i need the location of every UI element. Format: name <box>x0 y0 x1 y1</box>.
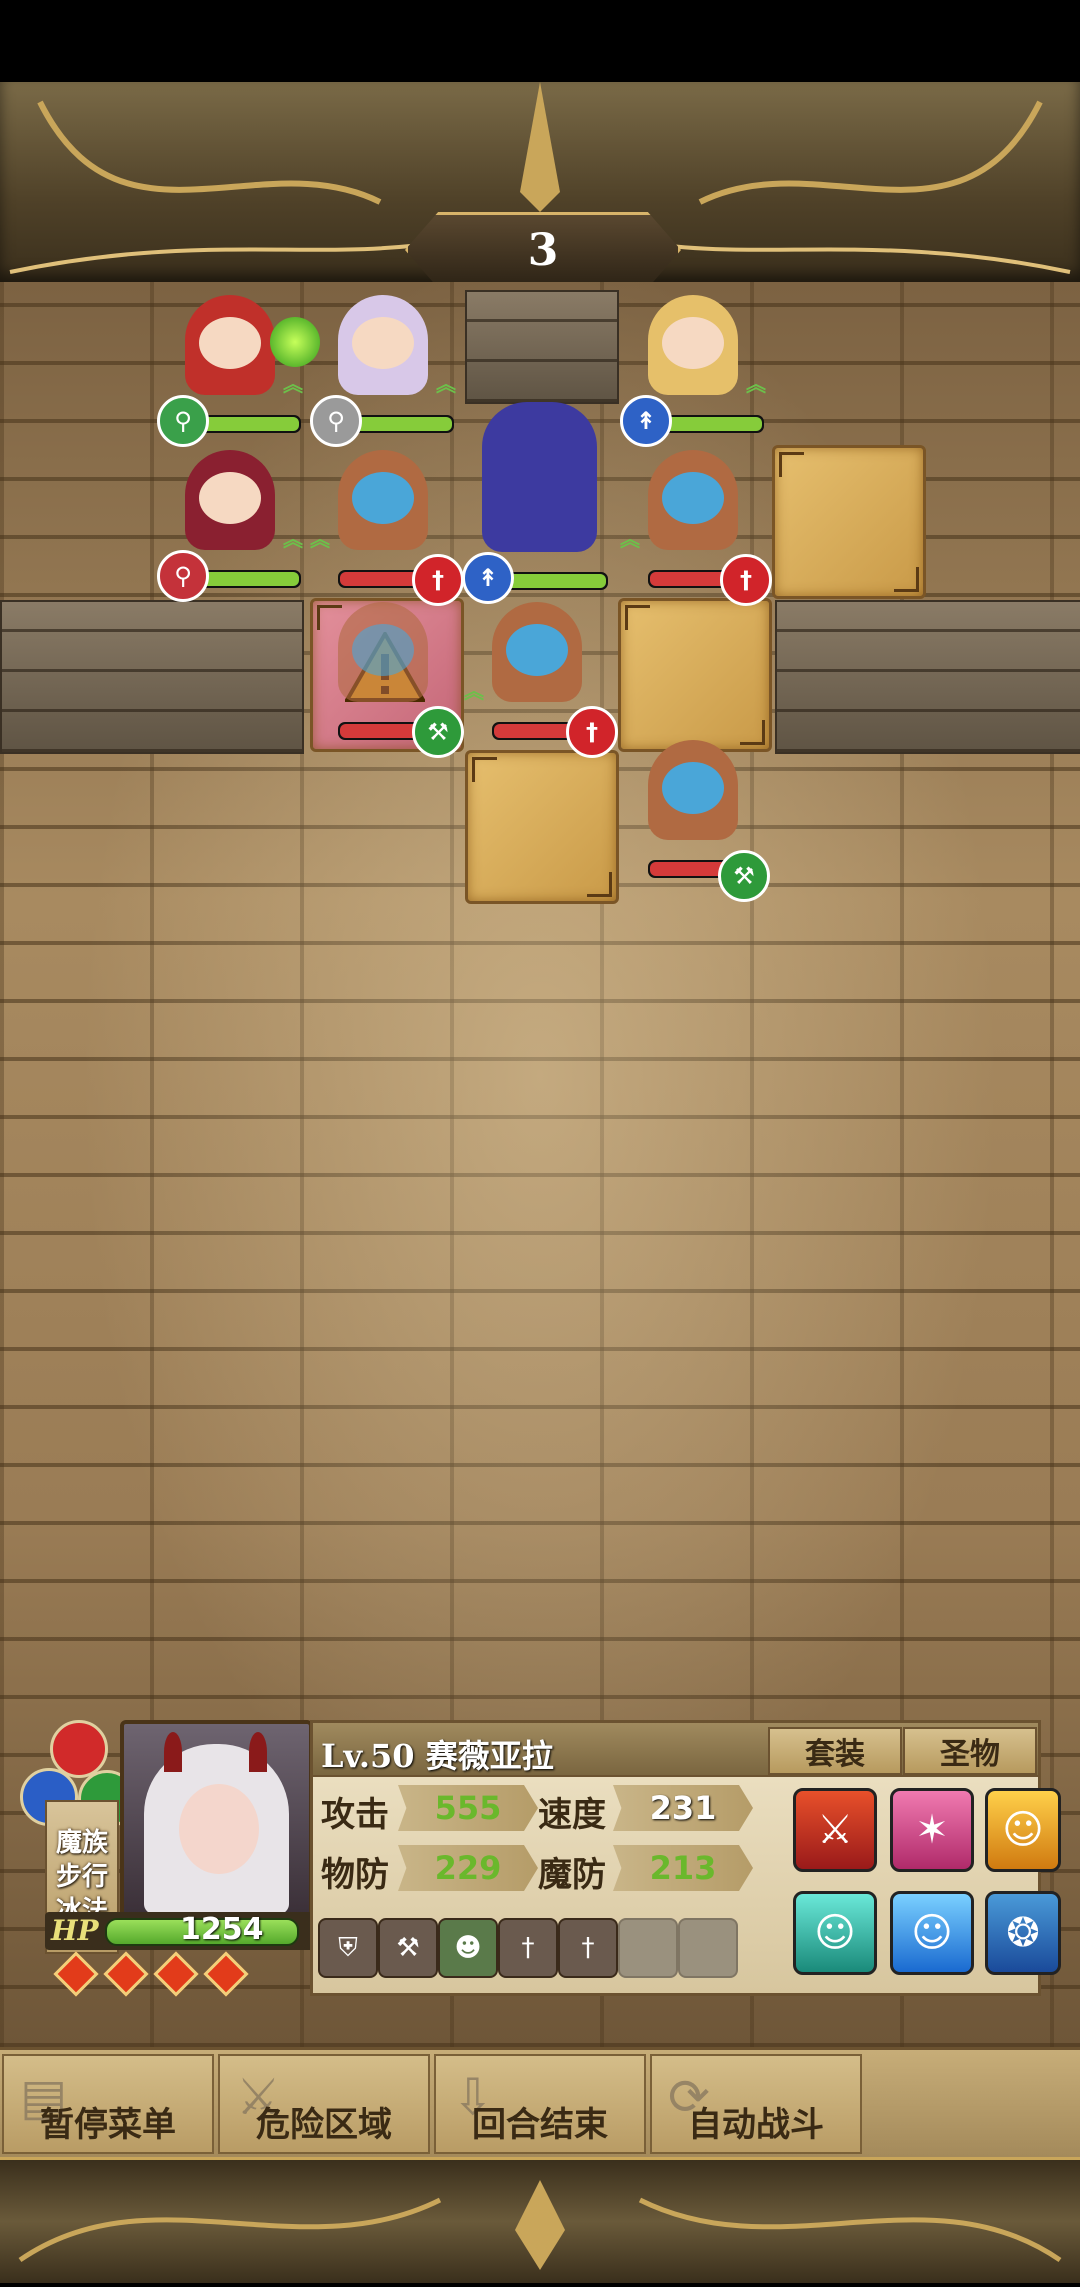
tab-relic[interactable]: 圣物 <box>903 1727 1037 1775</box>
unit-enemy-minotaur[interactable]: ⚒ <box>308 594 464 758</box>
stat-spd-value: 231 <box>613 1785 753 1831</box>
skill-sword-icon[interactable]: † <box>498 1918 558 1978</box>
turn-number: 3 <box>527 224 559 276</box>
lance-icon: ↟ <box>620 395 672 447</box>
tab-equipment-set[interactable]: 套装 <box>768 1727 902 1775</box>
move-tile[interactable] <box>772 445 926 599</box>
equip-swirl-icon[interactable]: ❂ <box>985 1891 1061 1975</box>
skill-empty-slot[interactable] <box>618 1918 678 1978</box>
stat-def-label: 物防 <box>321 1855 389 1895</box>
unit-ally-blonde[interactable]: ︽ ↟ <box>618 287 768 447</box>
staff-icon: ⚲ <box>157 550 209 602</box>
trait-move: 步行 <box>55 1862 108 1892</box>
stat-def-value: 229 <box>398 1845 538 1891</box>
hp-row: HP 1254 <box>45 1912 330 1950</box>
name-bar: Lv.50 赛薇亚拉 套装 圣物 <box>313 1723 1038 1777</box>
equip-slash-icon[interactable]: ✶ <box>890 1788 974 1872</box>
unit-ally-red-hair[interactable]: ︽ ⚲ <box>155 442 305 602</box>
skill-hammer-icon[interactable]: ⚒ <box>378 1918 438 1978</box>
equip-heal-icon[interactable]: ☺ <box>793 1891 877 1975</box>
equip-buff-icon[interactable]: ☺ <box>890 1891 974 1975</box>
equip-aura-icon[interactable]: ☺ <box>985 1788 1061 1872</box>
unit-ally-ninja[interactable]: ︽ ⚲ <box>155 287 320 447</box>
unit-status-panel: 魔族 步行 冰法 HP 1254 Lv.50 赛薇亚拉 套装 圣物 攻击 555… <box>20 1720 1061 1997</box>
skill-empty-slot[interactable] <box>678 1918 738 1978</box>
unit-level-name: Lv.50 赛薇亚拉 <box>321 1737 554 1775</box>
sword-icon: † <box>720 554 772 606</box>
hp-value: 1254 <box>180 1912 264 1947</box>
stat-res-value: 213 <box>613 1845 753 1891</box>
axe-icon: ⚒ <box>412 706 464 758</box>
stat-res-label: 魔防 <box>538 1855 606 1895</box>
unit-enemy-minotaur[interactable]: ︽ † <box>618 442 772 606</box>
rarity-diamonds <box>53 1951 249 1997</box>
stats-box: Lv.50 赛薇亚拉 套装 圣物 攻击 555 速度 231 物防 229 魔防… <box>310 1720 1061 1996</box>
danger-area-button[interactable]: ⚔ 危险区域 <box>218 2054 430 2154</box>
move-tile[interactable] <box>465 750 619 904</box>
equip-sword-icon[interactable]: ⚔ <box>793 1788 877 1872</box>
stat-atk-value: 555 <box>398 1785 538 1831</box>
move-tile[interactable] <box>618 598 772 752</box>
unit-selected-dark-mage[interactable]: ↟ <box>462 402 617 604</box>
stone-wall-right <box>775 600 1080 754</box>
stone-wall-left <box>0 600 304 754</box>
trait-race: 魔族 <box>55 1828 108 1858</box>
command-bar: ▤ 暂停菜单 ⚔ 危险区域 ⇩ 回合结束 ⟳ 自动战斗 <box>0 2047 1080 2163</box>
stone-wall-top <box>465 290 619 404</box>
pause-menu-button[interactable]: ▤ 暂停菜单 <box>2 2054 214 2154</box>
axe-icon: ⚒ <box>718 850 770 902</box>
staff-icon: ⚲ <box>157 395 209 447</box>
stat-atk-label: 攻击 <box>321 1795 389 1835</box>
unit-enemy-minotaur[interactable]: ⚒ <box>618 732 770 902</box>
footer-swirls <box>18 2180 1062 2270</box>
system-status-bar <box>0 0 1080 82</box>
skill-shield-icon[interactable]: ⛨ <box>318 1918 378 1978</box>
unit-enemy-minotaur[interactable]: ︽ † <box>308 442 464 606</box>
skill-sword-icon[interactable]: † <box>558 1918 618 1978</box>
unit-ally-priestess[interactable]: ︽ ⚲ <box>308 287 458 447</box>
footer-ornament <box>0 2157 1080 2283</box>
staff-icon: ⚲ <box>310 395 362 447</box>
turn-counter: 3 <box>405 212 681 288</box>
auto-battle-button[interactable]: ⟳ 自动战斗 <box>650 2054 862 2154</box>
unit-portrait[interactable] <box>120 1720 313 1918</box>
unit-enemy-minotaur[interactable]: ︽ † <box>462 594 618 758</box>
skill-figure-icon[interactable]: ☻ <box>438 1918 498 1978</box>
sword-icon: † <box>566 706 618 758</box>
hp-label: HP <box>51 1914 99 1947</box>
end-turn-button[interactable]: ⇩ 回合结束 <box>434 2054 646 2154</box>
stat-spd-label: 速度 <box>538 1795 606 1835</box>
